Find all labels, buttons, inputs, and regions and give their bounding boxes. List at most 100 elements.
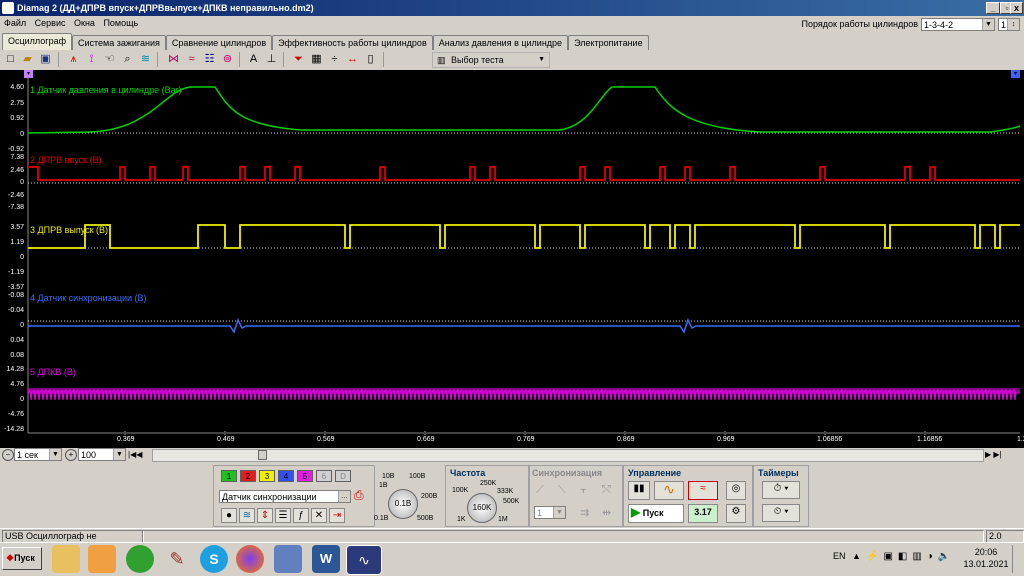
tab-ignition[interactable]: Система зажигания <box>72 35 166 50</box>
zoom-in-icon[interactable]: + <box>65 449 77 461</box>
timer-clock-button[interactable]: ⏱ ▾ <box>762 481 800 499</box>
tab-cylinder-compare[interactable]: Сравнение цилиндров <box>165 35 273 50</box>
minimize-button[interactable]: _ <box>986 2 1000 14</box>
split-icon[interactable]: ÷ <box>327 52 342 67</box>
zoom-out-icon[interactable]: − <box>2 449 14 461</box>
channel-3-button[interactable]: 3 <box>259 470 275 482</box>
marker-icon[interactable]: ↔ <box>345 52 360 67</box>
channel-1-button[interactable]: 1 <box>221 470 237 482</box>
filter-icon[interactable]: ⏷ <box>291 52 306 67</box>
test-select[interactable]: ▥ Выбор теста ▼ <box>432 52 550 68</box>
pen-icon[interactable]: ✎ <box>163 545 191 573</box>
clock-date[interactable]: 13.01.2021 <box>962 559 1010 569</box>
offset-icon[interactable]: ⇥ <box>329 508 345 523</box>
cycle-icon[interactable]: ⊚ <box>220 52 235 67</box>
channel-5-button[interactable]: 5 <box>297 470 313 482</box>
menu-windows[interactable]: Окна <box>74 18 95 28</box>
invert-icon[interactable]: ⇕ <box>257 508 273 523</box>
frequency-knob[interactable]: 160K <box>467 493 497 523</box>
lines-icon[interactable]: ☰ <box>275 508 291 523</box>
menu-help[interactable]: Помощь <box>103 18 138 28</box>
trigger-level-icon[interactable]: ⫟ <box>580 484 587 497</box>
start-button[interactable]: ❖Пуск <box>2 547 42 570</box>
trigger-mode-icon[interactable]: ⤲ <box>602 484 611 497</box>
wave-icon[interactable]: ≈ <box>184 52 199 67</box>
timebase-select[interactable]: 1 сек ▼ <box>14 448 62 461</box>
speed-value[interactable]: 3.17 <box>688 504 718 523</box>
firefox-icon[interactable] <box>236 545 264 573</box>
open-folder-icon[interactable]: ▰ <box>20 52 35 67</box>
channel-d-button[interactable]: D <box>335 470 351 482</box>
cylinder-count-spinner[interactable]: 1 ↕ <box>998 17 1020 31</box>
timer-stopwatch-button[interactable]: ⏲ ▾ <box>762 504 800 522</box>
close-button[interactable]: x <box>1010 2 1023 14</box>
new-file-icon[interactable]: □ <box>3 52 18 67</box>
rising-edge-icon[interactable]: ⟋ <box>536 484 544 497</box>
range-knob[interactable]: 0.1B <box>388 489 418 519</box>
noise-mode-button[interactable]: ≈ <box>688 481 718 500</box>
text-marker-icon[interactable]: A <box>246 52 261 67</box>
cursor-marker-left[interactable]: ▾ <box>24 70 33 78</box>
monitor-icon[interactable] <box>274 545 302 573</box>
wave-filter-icon[interactable]: ≋ <box>239 508 255 523</box>
channel-select[interactable]: Датчик синхронизации… <box>219 490 351 503</box>
sync-channel-select[interactable]: 1 ▼ <box>534 506 566 519</box>
cursor-a-icon[interactable]: ⩚ <box>66 52 81 67</box>
tab-oscilloscope[interactable]: Осциллограф <box>2 33 72 50</box>
explorer-icon[interactable] <box>52 545 80 573</box>
tab-pressure-analysis[interactable]: Анализ давления в цилиндре <box>432 35 569 50</box>
cursor-marker-right[interactable]: ▾ <box>1011 70 1020 78</box>
menu-service[interactable]: Сервис <box>35 18 66 28</box>
hand-icon[interactable]: ☜ <box>102 52 117 67</box>
document-icon[interactable]: ▯ <box>363 52 378 67</box>
tray-expand-icon[interactable]: ▲ <box>852 551 861 561</box>
oscilloscope-view[interactable]: ▾ ▾ 1 Датчик давления в цилиндре (Bar) 2 … <box>0 70 1024 448</box>
x-tick-label: 0.869 <box>617 436 635 443</box>
time-scrollbar[interactable] <box>152 449 984 462</box>
auto-settings-icon[interactable]: ⚙ <box>726 504 746 523</box>
freq-label-1m: 1M <box>498 516 508 523</box>
function-icon[interactable]: ƒ <box>293 508 309 523</box>
auto-icon[interactable]: ◎ <box>726 481 746 500</box>
tab-cylinder-efficiency[interactable]: Эффективность работы цилиндров <box>272 35 433 50</box>
media-player-icon[interactable] <box>88 545 116 573</box>
cylinder-order-select[interactable]: 1-3-4-2 ▼ <box>921 17 995 31</box>
channel-2-button[interactable]: 2 <box>240 470 256 482</box>
channels-icon[interactable]: ☷ <box>202 52 217 67</box>
cursor-b-icon[interactable]: ⟟ <box>84 52 99 67</box>
tab-power-supply[interactable]: Электропитание <box>568 35 649 50</box>
pause-button[interactable]: ▮▮ <box>628 481 650 500</box>
scroll-end-icon[interactable]: ▶ ▶| <box>985 448 1002 461</box>
tray-icons[interactable]: ⚡▣◧▥◑🔈 <box>866 551 955 562</box>
language-indicator[interactable]: EN <box>833 551 846 561</box>
start-label: Пуск <box>14 553 35 563</box>
tools-icon[interactable]: ✕ <box>311 508 327 523</box>
autoscale-icon[interactable]: ≋ <box>138 52 153 67</box>
falling-edge-icon[interactable]: ⟍ <box>558 484 566 497</box>
sine-mode-button[interactable]: ∿ <box>654 481 684 500</box>
network-icon[interactable] <box>126 545 154 573</box>
probe-icon[interactable]: ⎙ <box>354 488 364 503</box>
word-icon[interactable]: W <box>312 545 340 573</box>
show-desktop-button[interactable] <box>1012 545 1023 573</box>
zoom-icon[interactable]: ⌕ <box>120 52 135 67</box>
channel-6-button[interactable]: 6 <box>316 470 332 482</box>
scroll-start-icon[interactable]: |◀◀ <box>128 448 150 461</box>
zero-marker-icon[interactable]: ⊥ <box>264 52 279 67</box>
trigger-offset-icon[interactable]: ⇉ <box>580 506 589 519</box>
y-tick-label: 1.19 <box>10 239 24 246</box>
channel-3-label: 3 ДПРВ выпуск (В) <box>30 225 109 235</box>
eye-icon[interactable]: ● <box>221 508 237 523</box>
start-button[interactable]: ▶ Пуск <box>628 504 684 523</box>
trigger-spread-icon[interactable]: ⇹ <box>602 506 611 519</box>
zoom-select[interactable]: 100 ▼ <box>78 448 126 461</box>
table-icon[interactable]: ▦ <box>309 52 324 67</box>
scrollbar-thumb[interactable] <box>258 450 267 460</box>
save-icon[interactable]: ▣ <box>38 52 53 67</box>
compress-icon[interactable]: ⋈ <box>166 52 181 67</box>
diamag-icon[interactable]: ∿ <box>346 545 382 575</box>
channel-4-button[interactable]: 4 <box>278 470 294 482</box>
menu-file[interactable]: Файл <box>4 18 26 28</box>
clock-time[interactable]: 20:06 <box>966 547 1006 557</box>
skype-icon[interactable]: S <box>200 545 228 573</box>
